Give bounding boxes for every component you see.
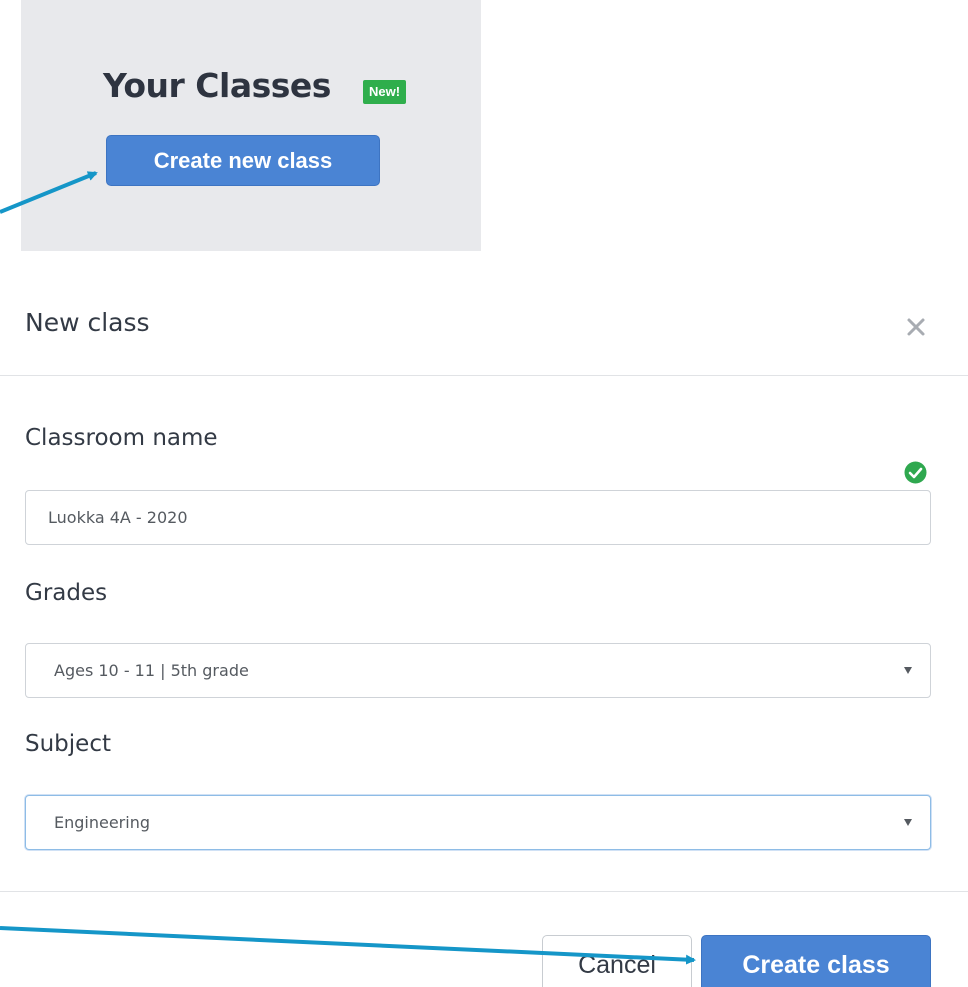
your-classes-panel: [21, 0, 481, 251]
subject-label: Subject: [25, 731, 111, 757]
close-icon[interactable]: [901, 308, 933, 344]
classroom-name-input[interactable]: [25, 490, 931, 545]
grades-selected-value: Ages 10 - 11 | 5th grade: [54, 661, 249, 680]
grades-select[interactable]: Ages 10 - 11 | 5th grade: [25, 643, 931, 698]
classroom-name-label: Classroom name: [25, 425, 218, 451]
new-badge: New!: [363, 80, 407, 104]
subject-selected-value: Engineering: [54, 813, 150, 832]
cancel-button[interactable]: Cancel: [542, 935, 692, 987]
caret-down-icon: [904, 667, 912, 674]
subject-select[interactable]: Engineering: [25, 795, 931, 850]
grades-label: Grades: [25, 580, 108, 606]
caret-down-icon: [904, 819, 912, 826]
modal-title: New class: [25, 308, 150, 337]
your-classes-title: Your Classes: [103, 66, 331, 105]
create-new-class-button[interactable]: Create new class: [106, 135, 380, 186]
footer-divider: [0, 891, 968, 892]
check-circle-icon: [904, 461, 927, 484]
header-divider: [0, 375, 968, 376]
create-class-button[interactable]: Create class: [701, 935, 931, 987]
